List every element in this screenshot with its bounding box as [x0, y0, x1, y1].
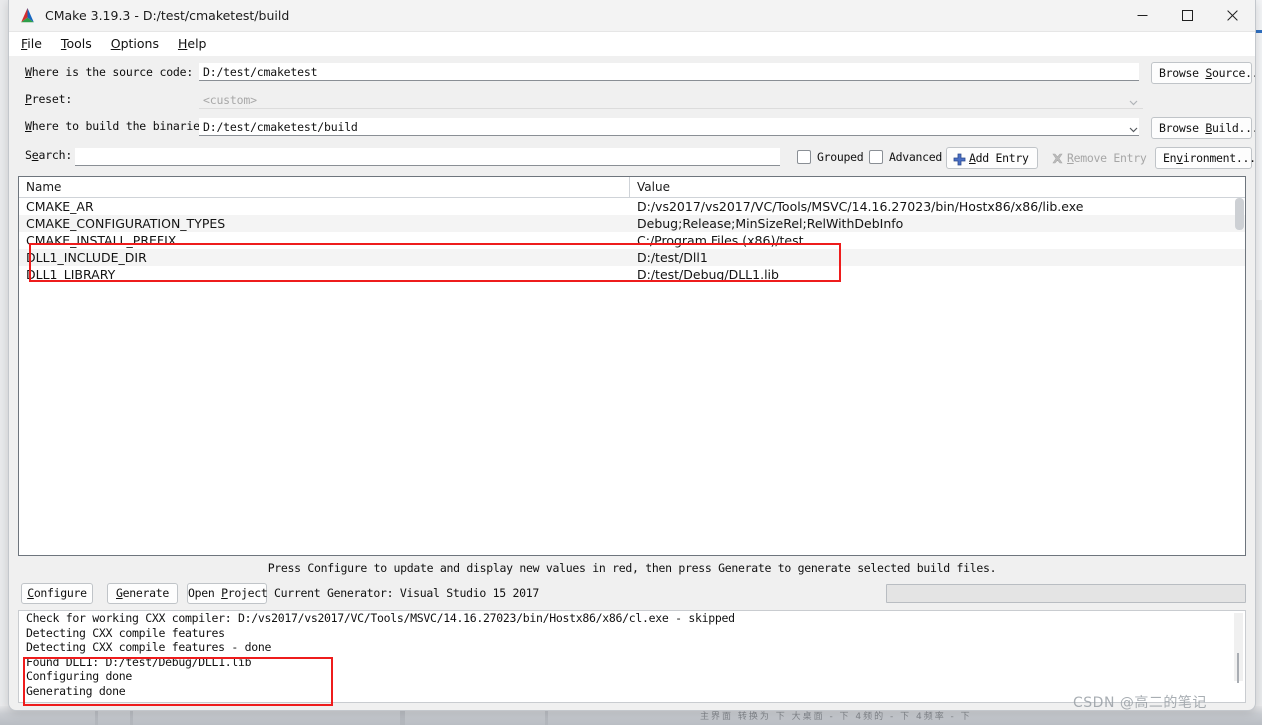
cache-variables-table[interactable]: Name Value CMAKE_AR D:/vs2017/vs2017/VC/…	[18, 176, 1246, 556]
cell-value[interactable]: Debug;Release;MinSizeRel;RelWithDebInfo	[630, 215, 1245, 232]
log-line: Detecting CXX compile features	[26, 625, 225, 640]
log-line: Configuring done	[26, 669, 132, 684]
cmake-triangle-logo-icon	[19, 8, 36, 23]
menu-item-tools-label: ools	[66, 36, 92, 51]
window-controls	[1120, 0, 1255, 31]
advanced-checkbox-label: Advanced	[889, 150, 942, 164]
advanced-checkbox-box[interactable]	[869, 150, 883, 164]
table-row[interactable]: CMAKE_CONFIGURATION_TYPES Debug;Release;…	[19, 215, 1245, 232]
remove-x-icon	[1051, 152, 1064, 165]
log-line: Found DLL1: D:/test/Debug/DLL1.lib	[26, 654, 252, 669]
environment-pre: En	[1163, 151, 1177, 165]
cell-name: CMAKE_CONFIGURATION_TYPES	[26, 216, 226, 231]
cmake-gui-window: CMake 3.19.3 - D:/test/cmaketest/build F…	[8, 0, 1256, 711]
build-path-label-text: here to build the binaries:	[31, 119, 214, 133]
cell-name: CMAKE_AR	[26, 199, 94, 214]
desktop-background: 主界面 转换为 下 大桌面 - 下 4频的 - 下 4频率 - 下 CMake …	[0, 0, 1262, 725]
table-scrollbar[interactable]	[1235, 198, 1244, 230]
output-log-scrollbar-thumb[interactable]	[1237, 653, 1239, 683]
open-project-pre: Open	[188, 586, 222, 600]
configure-button[interactable]: Configure	[21, 583, 93, 604]
grouped-checkbox[interactable]: Grouped	[797, 150, 864, 164]
configure-hint-text: Press Configure to update and display ne…	[267, 561, 997, 575]
source-path-label-text: here is the source code:	[31, 65, 194, 79]
log-line: Detecting CXX compile features - done	[26, 640, 272, 655]
menu-item-help-label: elp	[187, 36, 207, 51]
menu-item-help[interactable]: Help	[178, 34, 218, 53]
build-path-input[interactable]	[199, 118, 1139, 136]
preset-select[interactable]	[199, 91, 1143, 109]
column-header-value[interactable]: Value	[630, 177, 1245, 197]
search-label-pre: S	[25, 148, 32, 162]
remove-entry-label: emove Entry	[1073, 151, 1147, 165]
menu-item-file-label: ile	[27, 36, 42, 51]
table-row[interactable]: CMAKE_AR D:/vs2017/vs2017/VC/Tools/MSVC/…	[19, 198, 1245, 215]
build-path-label: Where to build the binaries:	[25, 119, 214, 133]
progress-bar	[886, 584, 1246, 603]
browse-build-pre: Browse	[1159, 121, 1206, 135]
menu-item-file[interactable]: File	[21, 34, 53, 53]
grouped-checkbox-label: Grouped	[817, 150, 864, 164]
menu-item-tools[interactable]: Tools	[61, 34, 103, 53]
advanced-checkbox[interactable]: Advanced	[869, 150, 942, 164]
cell-name: DLL1_LIBRARY	[26, 267, 116, 282]
csdn-watermark: CSDN @高二的笔记	[1073, 695, 1207, 711]
table-row[interactable]: DLL1_LIBRARY D:/test/Debug/DLL1.lib	[19, 266, 1245, 283]
column-header-name[interactable]: Name	[19, 177, 630, 197]
environment-post: ironment...	[1182, 151, 1256, 165]
configure-button-label: onfigure	[33, 586, 87, 600]
browse-build-post: uild...	[1212, 121, 1256, 135]
cell-name: CMAKE_INSTALL_PREFIX	[26, 233, 177, 248]
open-project-post: roject	[227, 586, 268, 600]
search-input[interactable]	[75, 148, 780, 166]
cell-value[interactable]: D:/test/Debug/DLL1.lib	[630, 266, 1245, 283]
minimize-icon[interactable]	[1120, 0, 1165, 31]
menu-bar: File Tools Options Help	[9, 32, 1255, 56]
browse-source-post: ource...	[1212, 66, 1255, 80]
cell-value[interactable]: D:/test/Dll1	[630, 249, 1245, 266]
preset-label-text: reset:	[31, 92, 73, 106]
grouped-checkbox-box[interactable]	[797, 150, 811, 164]
log-line: Generating done	[26, 683, 126, 698]
plus-icon	[953, 152, 966, 166]
cell-value[interactable]: D:/vs2017/vs2017/VC/Tools/MSVC/14.16.270…	[630, 198, 1245, 215]
output-log[interactable]: Check for working CXX compiler: D:/vs201…	[18, 610, 1246, 703]
table-row[interactable]: CMAKE_INSTALL_PREFIX C:/Program Files (x…	[19, 232, 1245, 249]
remove-entry-button[interactable]: Remove Entry	[1044, 147, 1149, 169]
title-bar: CMake 3.19.3 - D:/test/cmaketest/build	[9, 0, 1255, 32]
generate-button-label: enerate	[122, 586, 170, 600]
action-button-row: Configure Generate Open Project Current …	[9, 583, 1255, 607]
browse-source-button[interactable]: Browse Source...	[1151, 62, 1255, 84]
cell-name: DLL1_INCLUDE_DIR	[26, 250, 147, 265]
browse-build-button[interactable]: Browse Build...	[1151, 117, 1255, 139]
browse-source-pre: Browse	[1159, 66, 1206, 80]
output-log-scrollbar[interactable]	[1234, 613, 1243, 683]
search-label-post: arch:	[38, 148, 73, 162]
log-line: Check for working CXX compiler: D:/vs201…	[26, 611, 735, 625]
close-icon[interactable]	[1210, 0, 1255, 31]
add-entry-button[interactable]: Add Entry	[946, 147, 1038, 169]
preset-label: Preset:	[25, 92, 73, 106]
current-generator-label: Current Generator: Visual Studio 15 2017	[274, 586, 539, 600]
cell-value[interactable]: C:/Program Files (x86)/test	[630, 232, 1245, 249]
menu-item-options-label: ptions	[120, 36, 159, 51]
window-title: CMake 3.19.3 - D:/test/cmaketest/build	[45, 8, 290, 23]
environment-button[interactable]: Environment...	[1155, 147, 1255, 169]
menu-item-options[interactable]: Options	[111, 34, 170, 53]
maximize-icon[interactable]	[1165, 0, 1210, 31]
source-path-label: Where is the source code:	[25, 65, 194, 79]
add-entry-label: dd Entry	[975, 151, 1029, 165]
open-project-button[interactable]: Open Project	[187, 583, 268, 604]
table-header-row: Name Value	[19, 177, 1245, 198]
search-label: Search:	[25, 148, 73, 162]
table-row[interactable]: DLL1_INCLUDE_DIR D:/test/Dll1	[19, 249, 1245, 266]
generate-button[interactable]: Generate	[107, 583, 178, 604]
source-path-input[interactable]	[199, 63, 1139, 81]
